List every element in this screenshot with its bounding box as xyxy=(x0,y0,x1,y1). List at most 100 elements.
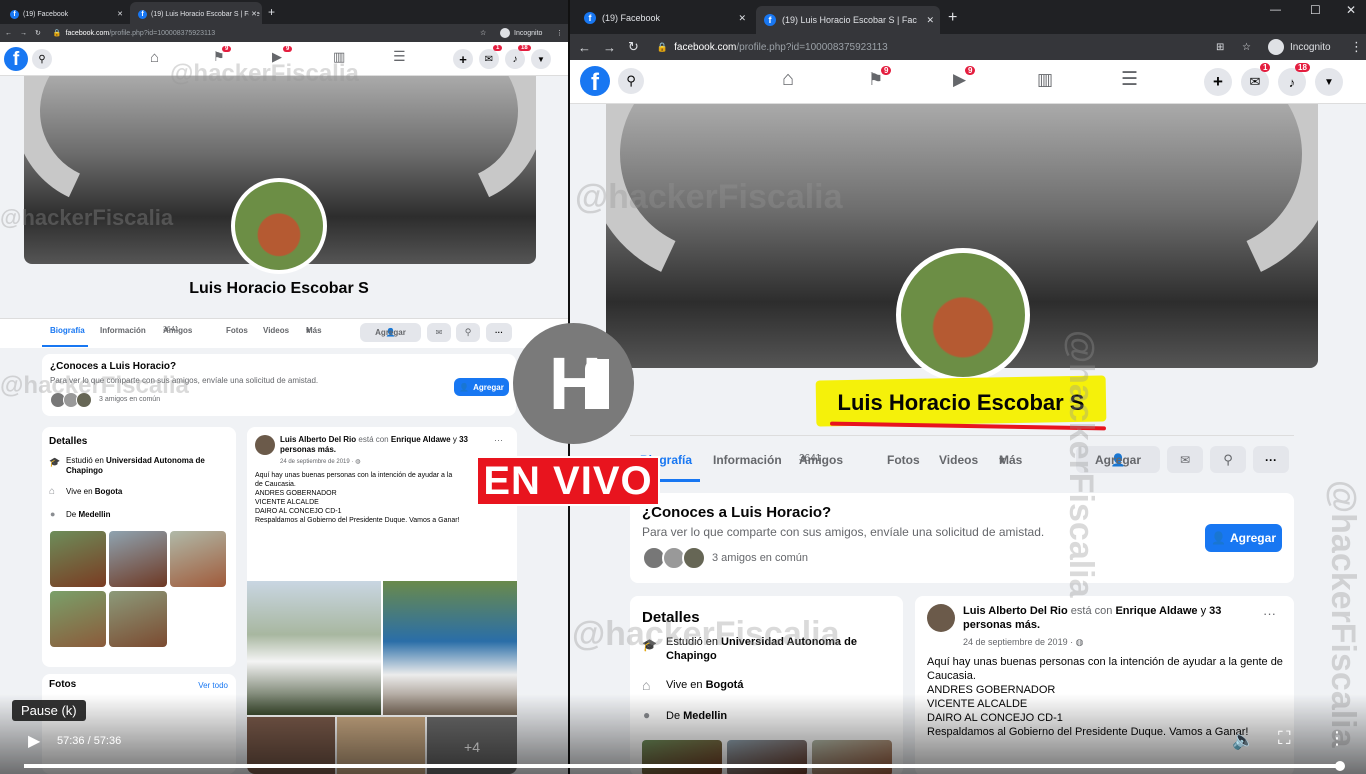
right-add-friend-button[interactable]: 👤 Agregar xyxy=(1076,446,1160,473)
left-message-button[interactable]: ✉ xyxy=(427,323,451,342)
featured-photo[interactable] xyxy=(109,591,167,647)
progress-handle[interactable] xyxy=(1335,761,1345,771)
right-horn-shape xyxy=(1039,104,1318,321)
forward-arrow-icon[interactable]: → xyxy=(20,30,27,37)
translate-icon[interactable]: ⊞ xyxy=(1216,42,1224,53)
facebook-logo[interactable]: f xyxy=(580,66,610,96)
post-options-icon[interactable]: ··· xyxy=(494,435,503,445)
incognito-label: Incognito xyxy=(1290,41,1331,53)
avatar[interactable] xyxy=(927,604,955,632)
volume-icon[interactable]: 🔈 xyxy=(1232,730,1254,751)
left-search-profile-button[interactable]: ⚲ xyxy=(456,323,480,342)
featured-photo[interactable] xyxy=(170,531,226,587)
facebook-logo[interactable]: f xyxy=(4,47,28,71)
right-more-button[interactable]: ··· xyxy=(1253,446,1289,473)
back-arrow-icon[interactable]: ← xyxy=(578,40,591,55)
menu-dots-icon[interactable]: ⋮ xyxy=(1350,39,1363,55)
maximize-icon[interactable]: ☐ xyxy=(1310,3,1321,17)
close-tab-icon[interactable]: ✕ xyxy=(924,14,934,26)
mutual-friends-text[interactable]: 3 amigos en común xyxy=(99,396,160,403)
progress-track[interactable] xyxy=(24,761,1345,771)
left-profile-avatar[interactable] xyxy=(231,178,327,274)
notifications-icon[interactable]: ♪ xyxy=(1278,68,1306,96)
close-tab-icon[interactable]: ✕ xyxy=(738,13,746,24)
menu-icon[interactable]: ☰ xyxy=(393,48,406,65)
time-display: 57:36 / 57:36 xyxy=(57,735,122,747)
post-options-icon[interactable]: ··· xyxy=(1263,606,1276,621)
tab-mas[interactable]: Más ▾ xyxy=(306,326,322,335)
new-tab-button[interactable]: + xyxy=(948,9,957,27)
tab-biografia[interactable]: Biografía xyxy=(50,326,85,335)
back-arrow-icon[interactable]: ← xyxy=(5,30,12,37)
watch-icon[interactable]: ▶ xyxy=(272,49,282,65)
notifications-icon[interactable]: ♪ xyxy=(505,49,525,69)
right-search-profile-button[interactable]: ⚲ xyxy=(1210,446,1246,473)
add-friend-icon: 👤 xyxy=(1211,531,1226,545)
messenger-icon[interactable]: ✉ xyxy=(1241,68,1269,96)
tab-mas[interactable]: Más ▾ xyxy=(999,453,1022,467)
know-add-button[interactable]: 👤 Agregar xyxy=(454,378,509,396)
see-all-link[interactable]: Ver todo xyxy=(198,681,228,690)
menu-dots-icon[interactable]: ⋮ xyxy=(556,29,563,37)
know-text: Para ver lo que comparte con sus amigos,… xyxy=(50,376,319,385)
fullscreen-icon[interactable]: ⛶ xyxy=(1278,728,1291,749)
tab-informacion[interactable]: Información xyxy=(100,326,146,335)
know-title: ¿Conoces a Luis Horacio? xyxy=(642,504,832,521)
play-pause-button[interactable]: ▶ xyxy=(28,731,40,751)
mutual-avatars xyxy=(50,392,98,408)
left-browser-window: f (19) Facebook ✕ f (19) Luis Horacio Es… xyxy=(0,0,568,42)
create-icon[interactable]: + xyxy=(453,49,473,69)
tab-videos[interactable]: Videos xyxy=(939,453,978,467)
reload-icon[interactable]: ↻ xyxy=(628,39,639,55)
right-profile-avatar[interactable] xyxy=(896,248,1030,382)
know-add-button[interactable]: 👤 Agregar xyxy=(1205,524,1282,552)
featured-photo[interactable] xyxy=(50,591,106,647)
new-tab-button[interactable]: + xyxy=(268,5,275,19)
tab-fotos[interactable]: Fotos xyxy=(887,453,920,467)
right-tab-profile[interactable]: f (19) Luis Horacio Escobar S | Fac ✕ xyxy=(756,6,940,34)
forward-arrow-icon[interactable]: → xyxy=(603,40,616,55)
more-options-icon[interactable]: ⋮ xyxy=(1328,728,1346,749)
marketplace-icon[interactable]: ▥ xyxy=(1037,70,1053,90)
incognito-label: Incognito xyxy=(514,29,543,37)
left-tab-facebook[interactable]: f (19) Facebook ✕ xyxy=(2,2,128,26)
menu-icon[interactable]: ☰ xyxy=(1121,68,1138,91)
search-icon[interactable]: ⚲ xyxy=(32,49,52,69)
globe-icon: ◍ xyxy=(1075,637,1084,647)
left-tab-profile[interactable]: f (19) Luis Horacio Escobar S | Face ✕ xyxy=(130,2,262,26)
address-bar[interactable]: facebook.com/profile.php?id=100008375923… xyxy=(66,30,216,37)
marketplace-icon[interactable]: ▥ xyxy=(333,49,345,65)
account-dropdown-icon[interactable]: ▼ xyxy=(1315,68,1343,96)
create-icon[interactable]: + xyxy=(1204,68,1232,96)
reload-icon[interactable]: ↻ xyxy=(35,29,41,37)
minimize-icon[interactable]: — xyxy=(1270,4,1281,16)
featured-photo[interactable] xyxy=(50,531,106,587)
address-bar[interactable]: facebook.com/profile.php?id=100008375923… xyxy=(674,42,888,53)
close-window-icon[interactable]: ✕ xyxy=(1346,3,1356,17)
home-icon[interactable]: ⌂ xyxy=(782,68,794,91)
star-icon[interactable]: ☆ xyxy=(1242,42,1251,53)
globe-icon: ◍ xyxy=(355,459,361,465)
know-text: Para ver lo que comparte con sus amigos,… xyxy=(642,525,1045,539)
account-dropdown-icon[interactable]: ▼ xyxy=(531,49,551,69)
star-icon[interactable]: ☆ xyxy=(480,29,486,37)
incognito-icon xyxy=(1268,39,1284,55)
tab-videos[interactable]: Videos xyxy=(263,326,289,335)
watch-icon[interactable]: ▶ xyxy=(953,70,966,90)
right-profile-name: Luis Horacio Escobar S xyxy=(837,390,1085,415)
tab-fotos[interactable]: Fotos xyxy=(226,326,248,335)
right-message-button[interactable]: ✉ xyxy=(1167,446,1203,473)
home-icon[interactable]: ⌂ xyxy=(150,49,159,66)
tab-informacion[interactable]: Información xyxy=(713,453,782,467)
left-add-friend-button[interactable]: 👤 Agregar xyxy=(360,323,421,342)
close-tab-icon[interactable]: ✕ xyxy=(117,10,123,18)
messenger-icon[interactable]: ✉ xyxy=(479,49,499,69)
right-profile-tabs: Biografía Información Amigos 3641 Fotos … xyxy=(630,435,1294,482)
right-tab-facebook[interactable]: f (19) Facebook ✕ xyxy=(576,6,752,30)
avatar[interactable] xyxy=(255,435,275,455)
featured-photo[interactable] xyxy=(109,531,167,587)
close-tab-icon[interactable]: ✕ xyxy=(249,10,257,18)
left-more-button[interactable]: ··· xyxy=(486,323,512,342)
search-icon[interactable]: ⚲ xyxy=(618,68,644,94)
mutual-friends-text[interactable]: 3 amigos en común xyxy=(712,552,808,564)
